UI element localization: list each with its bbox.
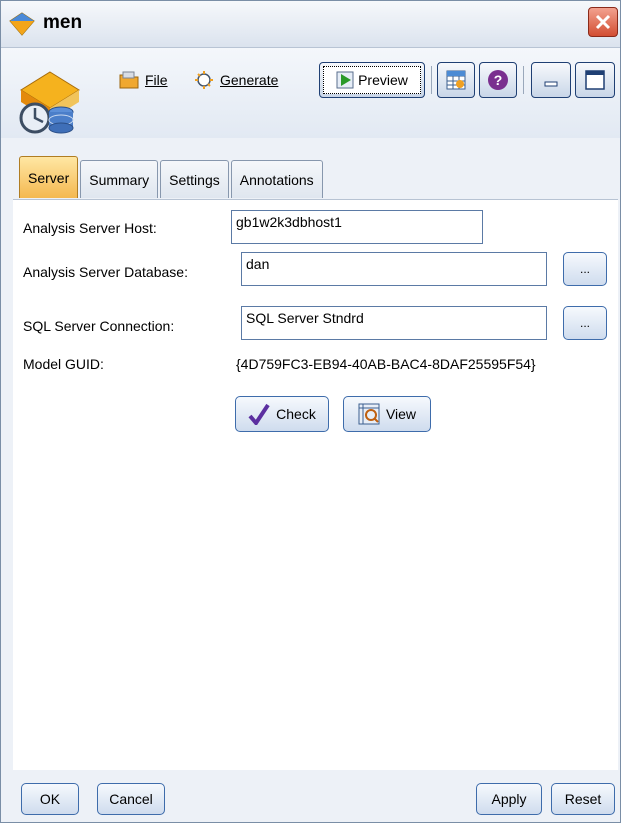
- check-button[interactable]: Check: [235, 396, 329, 432]
- host-input[interactable]: gb1w2k3dbhost1: [231, 210, 483, 244]
- toolbar-separator: [431, 66, 432, 94]
- play-icon: [336, 71, 354, 89]
- generate-icon: [195, 71, 213, 89]
- sql-connection-browse-button[interactable]: ...: [563, 306, 607, 340]
- check-label: Check: [276, 406, 316, 422]
- minimize-icon: [544, 81, 558, 87]
- tab-settings[interactable]: Settings: [160, 160, 229, 198]
- maximize-button[interactable]: [575, 62, 615, 98]
- view-button[interactable]: View: [343, 396, 431, 432]
- tab-annotations[interactable]: Annotations: [230, 160, 323, 198]
- minimize-button[interactable]: [531, 62, 571, 98]
- sql-connection-label: SQL Server Connection:: [23, 318, 175, 334]
- dialog-footer: OK Cancel Apply Reset: [1, 771, 620, 822]
- close-button[interactable]: [588, 7, 618, 37]
- cancel-button[interactable]: Cancel: [97, 783, 165, 815]
- generate-menu[interactable]: Generate: [194, 68, 278, 92]
- database-browse-button[interactable]: ...: [563, 252, 607, 286]
- database-input[interactable]: dan: [241, 252, 547, 286]
- tab-strip: Server Summary Settings Annotations: [19, 156, 323, 198]
- table-icon: [446, 70, 466, 90]
- tab-summary[interactable]: Summary: [80, 160, 159, 198]
- help-icon: ?: [488, 70, 508, 90]
- guid-label: Model GUID:: [23, 356, 104, 372]
- svg-text:?: ?: [494, 72, 503, 88]
- checkmark-icon: [248, 403, 270, 425]
- help-button[interactable]: ?: [479, 62, 517, 98]
- sql-connection-input[interactable]: SQL Server Stndrd: [241, 306, 547, 340]
- view-label: View: [385, 406, 417, 422]
- close-icon: [595, 14, 611, 30]
- preview-button[interactable]: Preview: [319, 62, 425, 98]
- view-icon: [358, 403, 380, 425]
- folder-icon: [119, 71, 139, 89]
- tab-server[interactable]: Server: [19, 156, 79, 198]
- preview-label: Preview: [358, 72, 408, 88]
- title-bar[interactable]: men: [1, 1, 620, 48]
- file-label: File: [145, 72, 168, 88]
- database-label: Analysis Server Database:: [23, 264, 188, 280]
- database-model-icon: [19, 71, 80, 134]
- server-panel: Analysis Server Host: gb1w2k3dbhost1 Ana…: [13, 199, 618, 770]
- generate-label: Generate: [220, 72, 279, 88]
- preview-button-face: Preview: [323, 66, 421, 94]
- node-dialog-window: men File Generate Preview ? Server Summa…: [0, 0, 621, 823]
- table-button[interactable]: [437, 62, 475, 98]
- guid-value: {4D759FC3-EB94-40AB-BAC4-8DAF25595F54}: [236, 356, 536, 372]
- window-title: men: [43, 12, 83, 33]
- host-label: Analysis Server Host:: [23, 220, 157, 236]
- file-menu[interactable]: File: [119, 68, 168, 92]
- apply-button[interactable]: Apply: [476, 783, 542, 815]
- toolbar: File Generate Preview ?: [1, 48, 620, 138]
- diamond-icon: [9, 12, 35, 36]
- maximize-icon: [585, 70, 605, 90]
- reset-button[interactable]: Reset: [551, 783, 615, 815]
- toolbar-separator: [523, 66, 524, 94]
- ok-button[interactable]: OK: [21, 783, 79, 815]
